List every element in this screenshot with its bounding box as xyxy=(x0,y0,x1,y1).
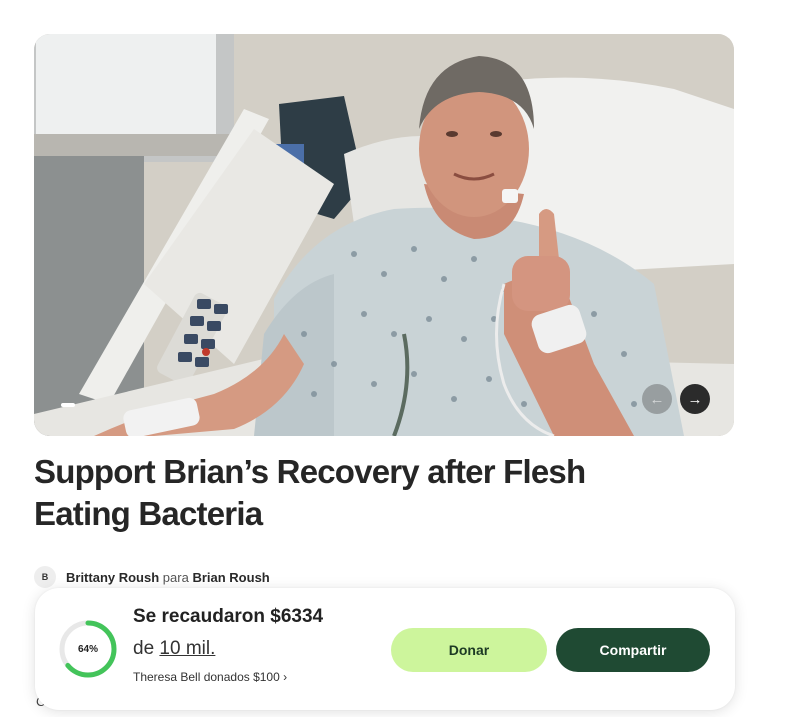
page: ← → Support Brian’s Recovery after Flesh… xyxy=(0,0,800,717)
arrow-right-icon: → xyxy=(687,390,703,408)
progress-percent-label: 64% xyxy=(77,643,98,655)
share-button[interactable]: Compartir xyxy=(556,628,710,672)
organizer-name[interactable]: Brittany Roush xyxy=(66,570,159,585)
beneficiary-name[interactable]: Brian Roush xyxy=(192,570,269,585)
donate-button[interactable]: Donar xyxy=(391,628,547,672)
arrow-left-icon: ← xyxy=(649,390,665,408)
recent-donation-link[interactable]: Theresa Bell donados $100 › xyxy=(133,670,287,684)
carousel-next-button[interactable]: → xyxy=(680,384,710,414)
campaign-title: Support Brian’s Recovery after Flesh Eat… xyxy=(34,453,586,532)
goal-amount: de 10 mil. xyxy=(133,638,215,660)
carousel-active-dot[interactable] xyxy=(61,403,75,407)
donation-card: 64% Se recaudaron $6334 de 10 mil. There… xyxy=(35,588,735,710)
organizer-line: B Brittany Roush para Brian Roush xyxy=(34,566,270,588)
carousel-prev-button[interactable]: ← xyxy=(642,384,672,414)
hospital-photo-illustration xyxy=(34,34,734,436)
goal-value[interactable]: 10 mil. xyxy=(159,638,215,659)
organizer-connector: para xyxy=(162,569,189,585)
organizer-avatar: B xyxy=(34,566,56,588)
campaign-hero-image[interactable]: ← → xyxy=(34,34,734,436)
goal-prefix: de xyxy=(133,638,155,659)
amount-raised: Se recaudaron $6334 xyxy=(133,606,324,627)
organizer-text: Brittany Roush para Brian Roush xyxy=(66,570,270,585)
